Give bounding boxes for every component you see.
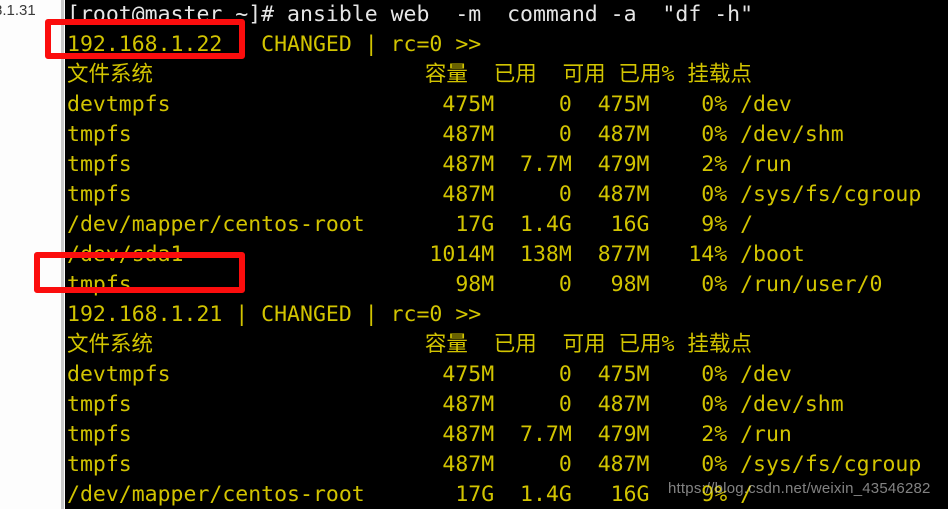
- window-divider: [61, 0, 64, 509]
- background-window-text: 8.1.31: [0, 2, 36, 19]
- terminal-line: [root@master ~]# ansible web -m command …: [67, 2, 754, 27]
- terminal-output: [root@master ~]# ansible web -m command …: [65, 0, 921, 509]
- terminal-line: devtmpfs 475M 0 475M 0% /dev: [67, 92, 792, 117]
- terminal-line: /dev/mapper/centos-root 17G 1.4G 16G 9% …: [67, 212, 754, 237]
- terminal-line: tmpfs 487M 7.7M 479M 2% /run: [67, 422, 792, 447]
- terminal-line: tmpfs 487M 0 487M 0% /sys/fs/cgroup: [67, 452, 922, 477]
- terminal-line: devtmpfs 475M 0 475M 0% /dev: [67, 362, 792, 387]
- background-window[interactable]: 8.1.31: [0, 0, 66, 509]
- terminal-line: tmpfs 98M 0 98M 0% /run/user/0: [67, 272, 883, 297]
- watermark-text: https://blog.csdn.net/weixin_43546282: [668, 480, 931, 497]
- terminal-line: tmpfs 487M 7.7M 479M 2% /run: [67, 152, 792, 177]
- terminal-line: tmpfs 487M 0 487M 0% /sys/fs/cgroup: [67, 182, 922, 207]
- terminal-line: 文件系统 容量 已用 可用 已用% 挂载点: [67, 62, 752, 87]
- terminal-line: 192.168.1.22 | CHANGED | rc=0 >>: [67, 32, 482, 57]
- terminal-line: /dev/sda1 1014M 138M 877M 14% /boot: [67, 242, 805, 267]
- terminal-line: 文件系统 容量 已用 可用 已用% 挂载点: [67, 332, 752, 357]
- terminal-window[interactable]: [root@master ~]# ansible web -m command …: [65, 0, 948, 509]
- terminal-line: 192.168.1.21 | CHANGED | rc=0 >>: [67, 302, 482, 327]
- screenshot-root: 8.1.31 [root@master ~]# ansible web -m c…: [0, 0, 948, 509]
- terminal-line: tmpfs 487M 0 487M 0% /dev/shm: [67, 122, 844, 147]
- terminal-line: tmpfs 487M 0 487M 0% /dev/shm: [67, 392, 844, 417]
